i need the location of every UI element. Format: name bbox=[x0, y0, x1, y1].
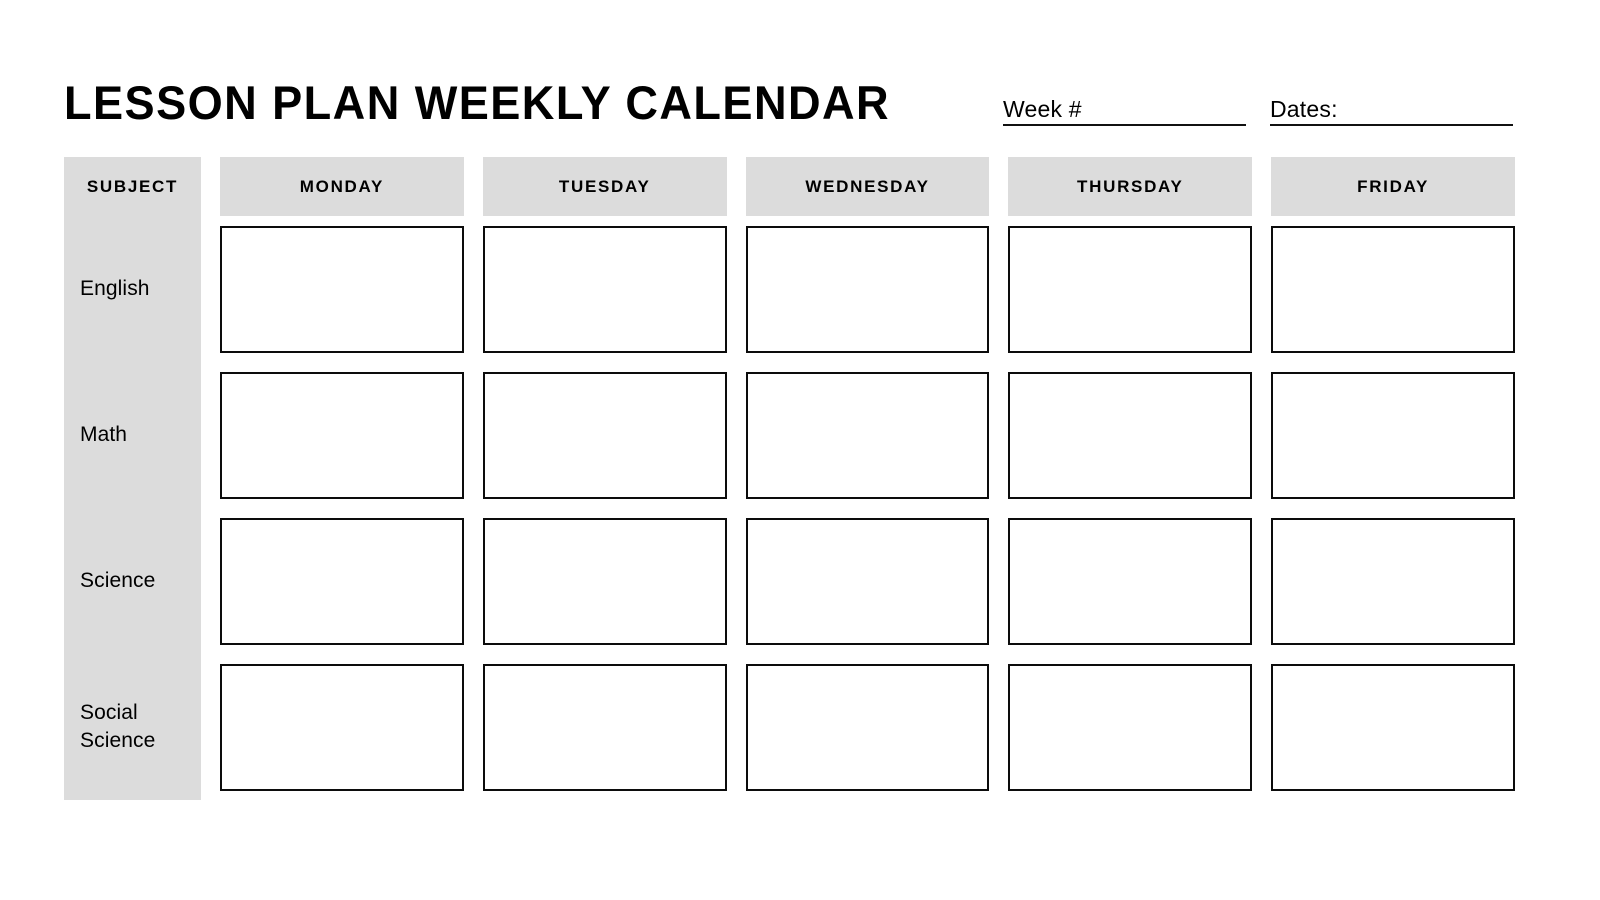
lesson-cell-social-science-wednesday[interactable] bbox=[745, 663, 990, 791]
page-title: LESSON PLAN WEEKLY CALENDAR bbox=[64, 76, 891, 129]
cell-wrap bbox=[482, 508, 727, 654]
lesson-cell-math-thursday[interactable] bbox=[1008, 371, 1253, 499]
cell-wrap bbox=[482, 216, 727, 362]
cell-wrap bbox=[1271, 216, 1515, 362]
header-fields: Week # Dates: bbox=[1003, 92, 1513, 128]
cell-wrap bbox=[745, 508, 990, 654]
lesson-cell-english-thursday[interactable] bbox=[1008, 225, 1253, 353]
lesson-cell-social-science-monday[interactable] bbox=[220, 663, 464, 791]
cell-wrap bbox=[220, 362, 464, 508]
cell-wrap bbox=[482, 654, 727, 800]
dates-value[interactable] bbox=[1338, 122, 1346, 124]
subject-label-science: Science bbox=[64, 508, 201, 654]
subject-label-social-science: Social Science bbox=[64, 654, 201, 800]
page-header: LESSON PLAN WEEKLY CALENDAR Week # Dates… bbox=[64, 66, 1513, 128]
column-header-tuesday: TUESDAY bbox=[482, 157, 727, 216]
lesson-cell-social-science-thursday[interactable] bbox=[1008, 663, 1253, 791]
cell-wrap bbox=[220, 216, 464, 362]
dates-field[interactable]: Dates: bbox=[1270, 92, 1513, 126]
lesson-cell-science-monday[interactable] bbox=[220, 517, 464, 645]
column-header-monday: MONDAY bbox=[220, 157, 464, 216]
lesson-cell-math-tuesday[interactable] bbox=[482, 371, 727, 499]
cell-wrap bbox=[1008, 654, 1253, 800]
table-row: Science bbox=[64, 508, 1515, 654]
lesson-cell-english-friday[interactable] bbox=[1271, 225, 1515, 353]
lesson-cell-math-friday[interactable] bbox=[1271, 371, 1515, 499]
table-row: English bbox=[64, 216, 1515, 362]
subject-label-math: Math bbox=[64, 362, 201, 508]
lesson-cell-english-wednesday[interactable] bbox=[745, 225, 990, 353]
calendar-header-row: SUBJECT MONDAY TUESDAY WEDNESDAY THURSDA… bbox=[64, 157, 1515, 216]
table-row: Math bbox=[64, 362, 1515, 508]
cell-wrap bbox=[1008, 362, 1253, 508]
cell-wrap bbox=[482, 362, 727, 508]
table-row: Social Science bbox=[64, 654, 1515, 800]
lesson-cell-science-friday[interactable] bbox=[1271, 517, 1515, 645]
lesson-cell-english-monday[interactable] bbox=[220, 225, 464, 353]
cell-wrap bbox=[1271, 362, 1515, 508]
column-header-thursday: THURSDAY bbox=[1008, 157, 1253, 216]
column-header-wednesday: WEDNESDAY bbox=[745, 157, 990, 216]
cell-wrap bbox=[1008, 508, 1253, 654]
cell-wrap bbox=[745, 362, 990, 508]
lesson-cell-science-tuesday[interactable] bbox=[482, 517, 727, 645]
cell-wrap bbox=[1008, 216, 1253, 362]
cell-wrap bbox=[220, 654, 464, 800]
week-number-field[interactable]: Week # bbox=[1003, 92, 1246, 126]
cell-wrap bbox=[220, 508, 464, 654]
subject-label-english: English bbox=[64, 216, 201, 362]
dates-label: Dates: bbox=[1270, 96, 1338, 122]
cell-wrap bbox=[745, 654, 990, 800]
calendar-body: English Math Science Social Science bbox=[64, 216, 1515, 800]
week-number-label: Week # bbox=[1003, 96, 1082, 122]
lesson-cell-social-science-tuesday[interactable] bbox=[482, 663, 727, 791]
lesson-cell-english-tuesday[interactable] bbox=[482, 225, 727, 353]
week-number-value[interactable] bbox=[1082, 122, 1090, 124]
lesson-cell-math-monday[interactable] bbox=[220, 371, 464, 499]
lesson-cell-science-wednesday[interactable] bbox=[745, 517, 990, 645]
lesson-cell-social-science-friday[interactable] bbox=[1271, 663, 1515, 791]
lesson-plan-page: LESSON PLAN WEEKLY CALENDAR Week # Dates… bbox=[0, 0, 1600, 900]
lesson-cell-math-wednesday[interactable] bbox=[745, 371, 990, 499]
cell-wrap bbox=[1271, 508, 1515, 654]
cell-wrap bbox=[1271, 654, 1515, 800]
column-header-friday: FRIDAY bbox=[1271, 157, 1515, 216]
weekly-calendar-grid: SUBJECT MONDAY TUESDAY WEDNESDAY THURSDA… bbox=[64, 157, 1515, 800]
column-header-subject: SUBJECT bbox=[64, 157, 201, 216]
lesson-cell-science-thursday[interactable] bbox=[1008, 517, 1253, 645]
cell-wrap bbox=[745, 216, 990, 362]
